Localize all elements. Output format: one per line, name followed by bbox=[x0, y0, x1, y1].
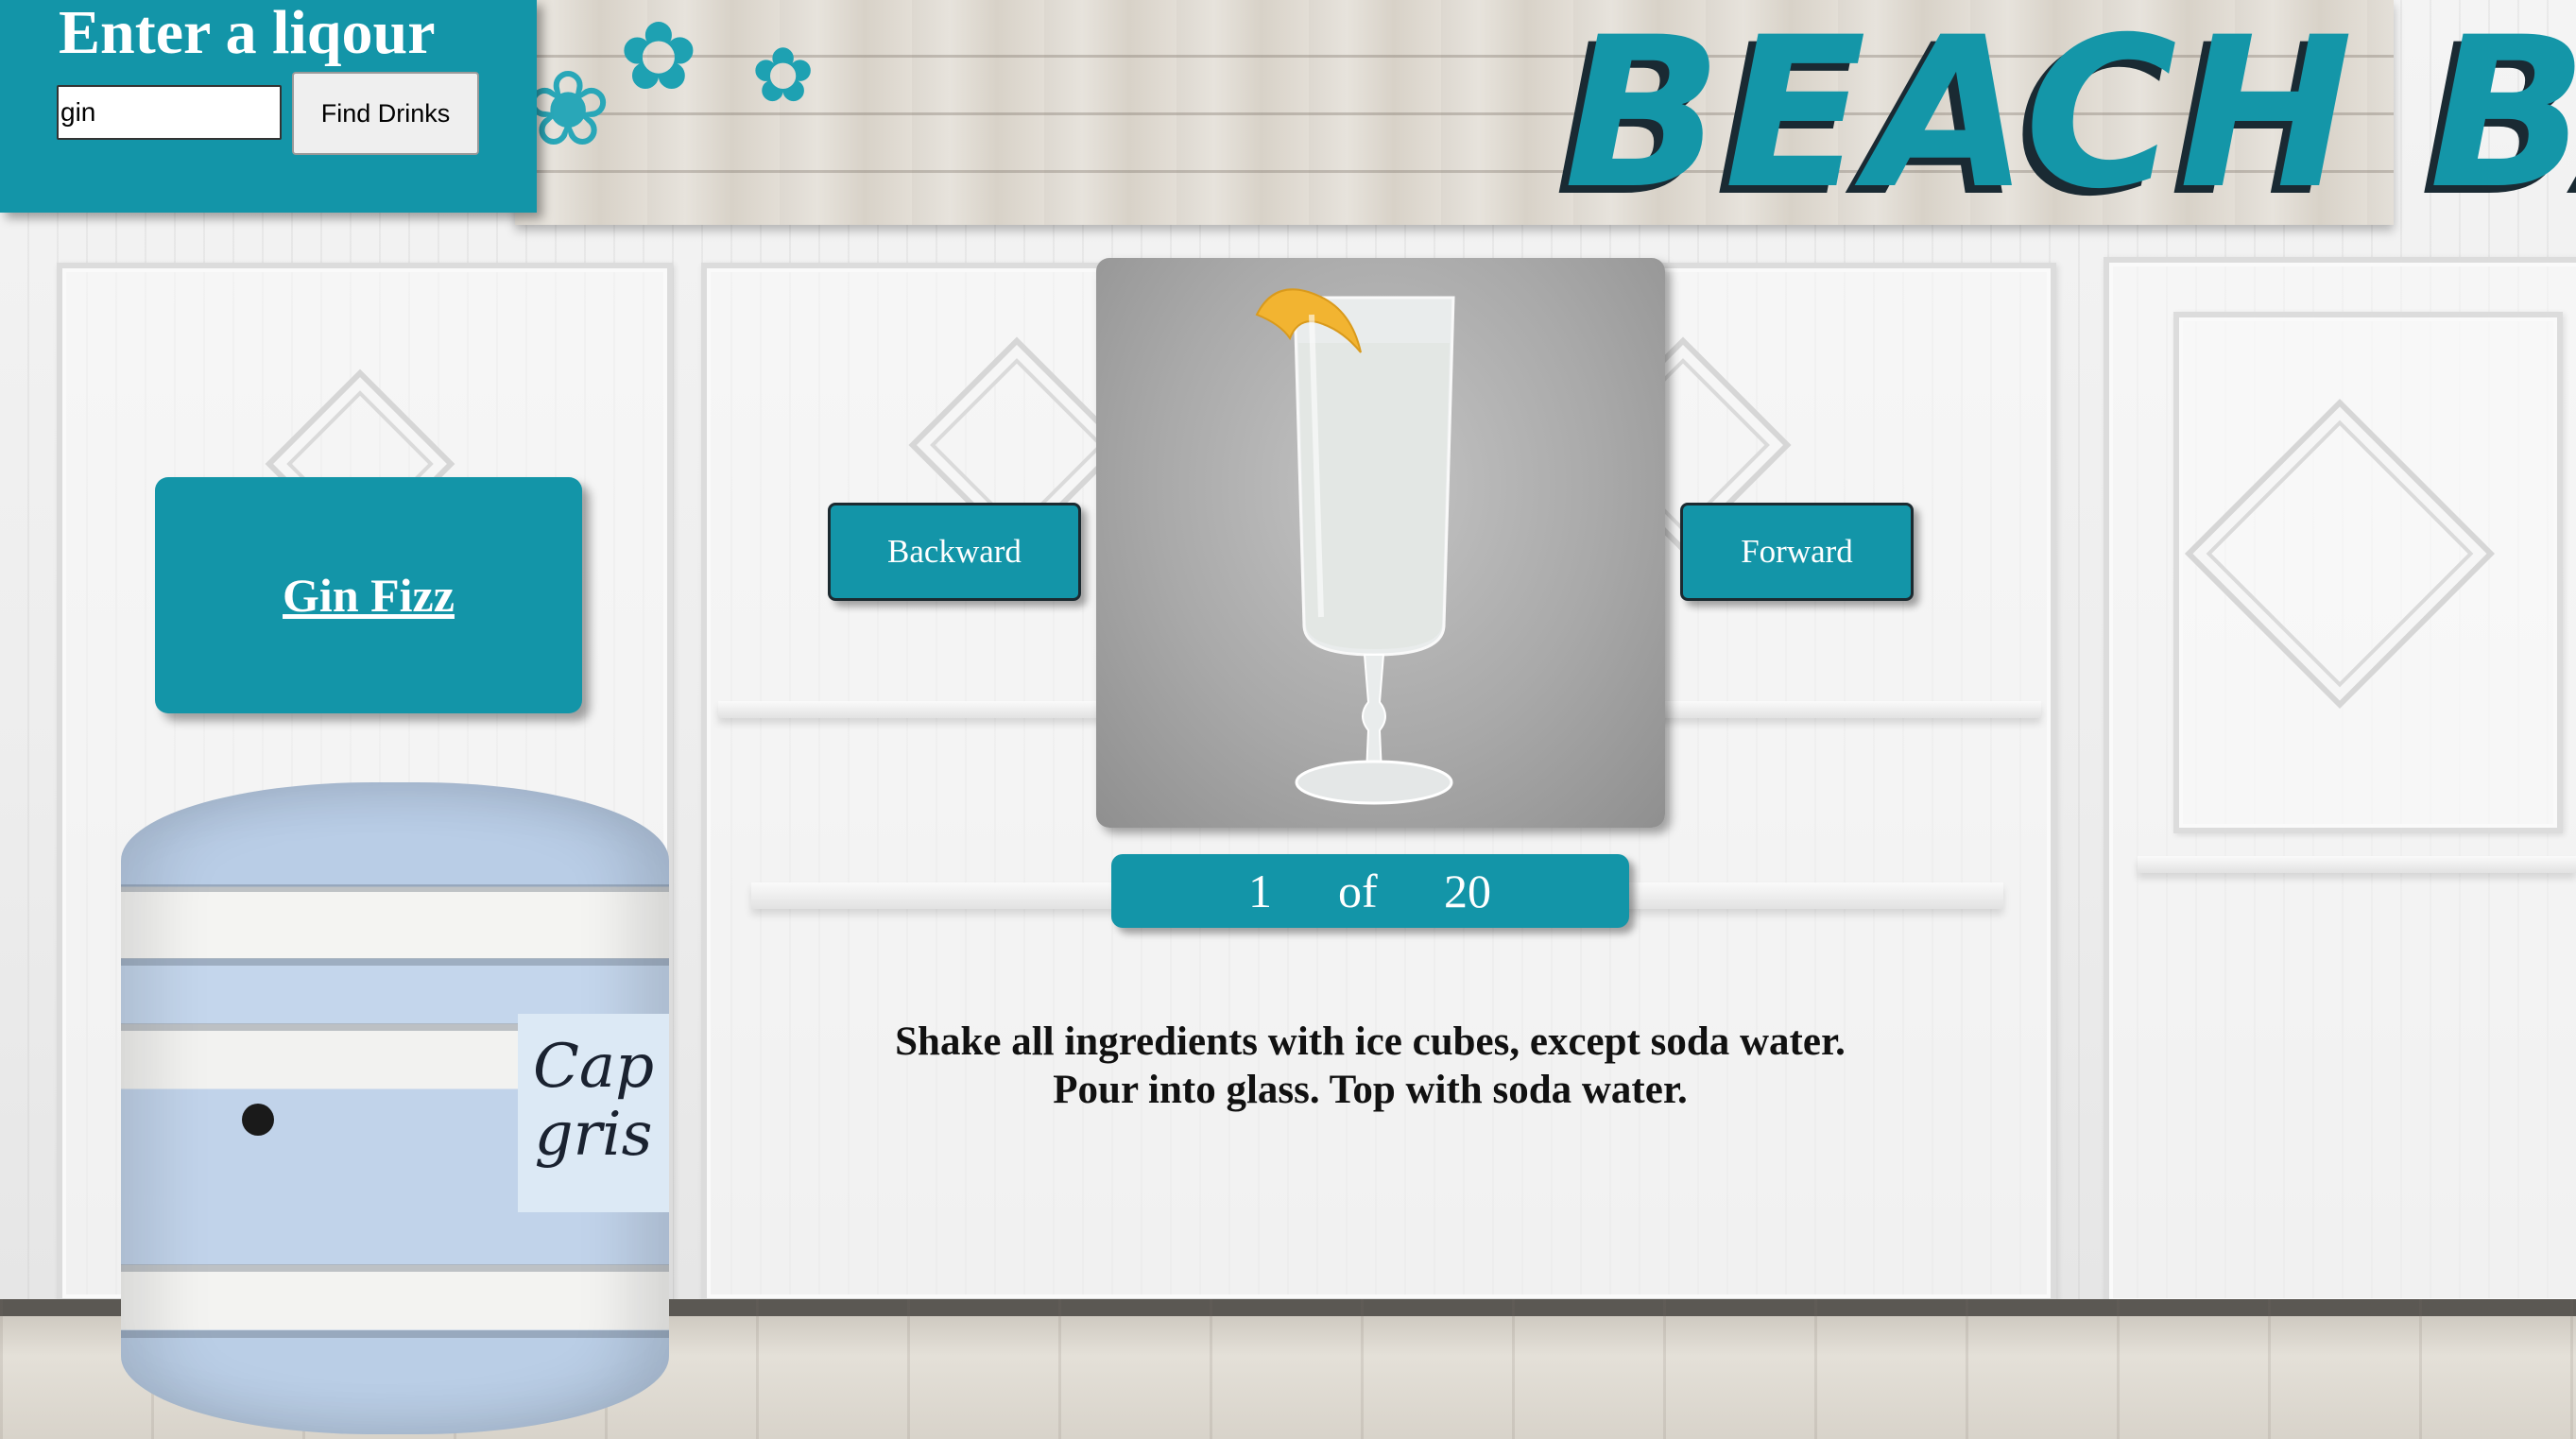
barrel-hole bbox=[242, 1104, 274, 1136]
instructions-line: Pour into glass. Top with soda water. bbox=[1053, 1068, 1688, 1112]
pager-indicator: 1 of 20 bbox=[1111, 854, 1629, 928]
drink-name-link[interactable]: Gin Fizz bbox=[283, 568, 455, 623]
liquor-search-input[interactable] bbox=[57, 85, 282, 140]
pager-current: 1 bbox=[1248, 865, 1272, 917]
flower-icon: ✿ bbox=[619, 1, 698, 111]
wall-shelf bbox=[2138, 856, 2576, 873]
drink-instructions: Shake all ingredients with ice cubes, ex… bbox=[803, 1018, 1937, 1114]
search-panel: Enter a liqour Find Drinks bbox=[0, 0, 537, 213]
flower-icon: ✿ bbox=[751, 31, 816, 119]
sign-text: BEACH BAR bbox=[1564, 0, 2576, 234]
backward-button[interactable]: Backward bbox=[828, 503, 1081, 601]
instructions-line: Shake all ingredients with ice cubes, ex… bbox=[895, 1019, 1846, 1064]
barrel-hoop bbox=[121, 1330, 669, 1338]
barrel-hoop bbox=[121, 958, 669, 966]
pager-separator: of bbox=[1338, 865, 1378, 917]
barrel-hoop bbox=[121, 884, 669, 892]
barrel-label: Cap gris bbox=[518, 1014, 669, 1212]
barrel-hoop bbox=[121, 1264, 669, 1272]
flower-icon: ❀ bbox=[524, 48, 612, 169]
forward-button[interactable]: Forward bbox=[1680, 503, 1914, 601]
barrel-label-line: gris bbox=[534, 1100, 653, 1170]
beach-bar-sign: ✿ ✿ ❀ BEACH BAR bbox=[515, 0, 2576, 225]
barrel: Cap gris bbox=[121, 782, 669, 1434]
drink-name-card: Gin Fizz bbox=[155, 477, 582, 713]
barrel-label-line: Cap bbox=[532, 1032, 655, 1102]
pager-total: 20 bbox=[1444, 865, 1491, 917]
search-title: Enter a liqour bbox=[59, 0, 436, 67]
cocktail-glass-icon bbox=[1255, 288, 1455, 805]
find-drinks-button[interactable]: Find Drinks bbox=[292, 72, 479, 155]
cocktail-glass-photo bbox=[1096, 258, 1665, 828]
